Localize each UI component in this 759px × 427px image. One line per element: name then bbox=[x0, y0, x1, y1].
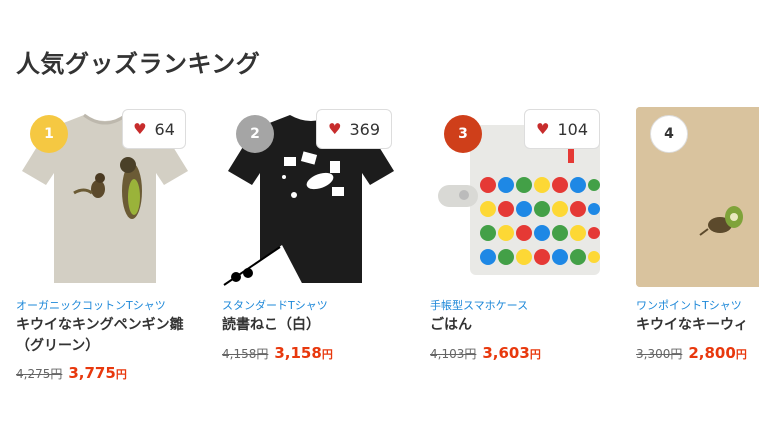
product-category-link[interactable]: 手帳型スマホケース bbox=[430, 297, 528, 313]
product-image[interactable]: 1 ♥ 64 bbox=[16, 107, 194, 287]
product-category-link[interactable]: オーガニックコットンTシャツ bbox=[16, 297, 166, 313]
product-title[interactable]: ごはん bbox=[430, 315, 610, 336]
ranking-card-1[interactable]: 1 ♥ 64 オーガニックコットンTシャツ キウイなキングペンギン雛（グリーン）… bbox=[16, 107, 194, 382]
like-count: 369 bbox=[349, 119, 380, 139]
sale-price: 3,158円 bbox=[274, 344, 333, 362]
original-price: 4,103円 bbox=[430, 347, 477, 361]
rank-badge: 3 bbox=[444, 115, 482, 153]
sale-price: 2,800円 bbox=[688, 344, 747, 362]
like-button[interactable]: ♥ 64 bbox=[122, 109, 186, 149]
sale-price: 3,603円 bbox=[482, 344, 541, 362]
like-button[interactable]: ♥ 104 bbox=[524, 109, 600, 149]
product-title[interactable]: キウイなキングペンギン雛（グリーン） bbox=[16, 315, 196, 357]
section-title: 人気グッズランキング bbox=[16, 50, 261, 78]
like-count: 64 bbox=[154, 119, 175, 139]
product-category-link[interactable]: ワンポイントTシャツ bbox=[636, 297, 742, 313]
original-price: 3,300円 bbox=[636, 347, 683, 361]
rank-badge: 2 bbox=[236, 115, 274, 153]
heart-icon: ♥ bbox=[328, 120, 342, 138]
original-price: 4,275円 bbox=[16, 367, 63, 381]
price-row: 4,275円 3,775円 bbox=[16, 363, 127, 382]
product-image[interactable]: 2 ♥ 369 bbox=[222, 107, 400, 287]
product-category-link[interactable]: スタンダードTシャツ bbox=[222, 297, 328, 313]
price-row: 4,103円 3,603円 bbox=[430, 343, 541, 362]
like-button[interactable]: ♥ 369 bbox=[316, 109, 392, 149]
product-title[interactable]: キウイなキーウィ bbox=[636, 315, 759, 336]
ranking-card-3[interactable]: 3 ♥ 104 手帳型スマホケース ごはん 4,103円 3,603円 bbox=[430, 107, 608, 362]
product-image[interactable]: 4 bbox=[636, 107, 759, 287]
sale-price: 3,775円 bbox=[68, 364, 127, 382]
rank-badge: 4 bbox=[650, 115, 688, 153]
like-count: 104 bbox=[557, 119, 588, 139]
ranking-card-4[interactable]: 4 ワンポイントTシャツ キウイなキーウィ 3,300円 2,800円 bbox=[636, 107, 759, 362]
product-title[interactable]: 読書ねこ（白） bbox=[222, 315, 402, 336]
original-price: 4,158円 bbox=[222, 347, 269, 361]
rank-badge: 1 bbox=[30, 115, 68, 153]
ranking-card-2[interactable]: 2 ♥ 369 スタンダードTシャツ 読書ねこ（白） 4,158円 3,158円 bbox=[222, 107, 400, 362]
heart-icon: ♥ bbox=[536, 120, 550, 138]
product-image[interactable]: 3 ♥ 104 bbox=[430, 107, 608, 287]
heart-icon: ♥ bbox=[133, 120, 147, 138]
price-row: 4,158円 3,158円 bbox=[222, 343, 333, 362]
price-row: 3,300円 2,800円 bbox=[636, 343, 747, 362]
